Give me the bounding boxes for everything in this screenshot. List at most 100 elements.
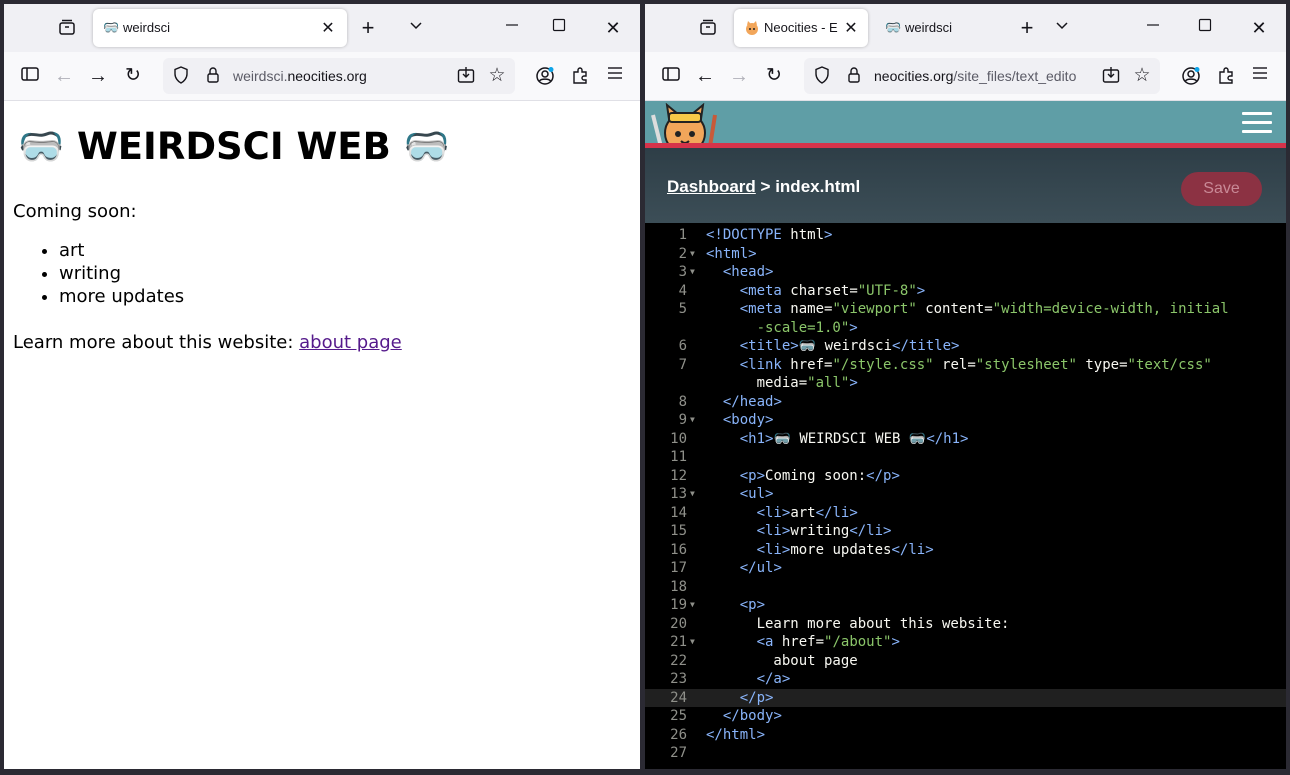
fold-arrow-icon[interactable]: ▼ (690, 485, 695, 504)
code-line[interactable]: <h1>🥽 WEIRDSCI WEB 🥽</h1> (706, 430, 969, 449)
code-line[interactable]: </ul> (706, 559, 782, 578)
tab-weirdsci[interactable]: 🥽 weirdsci (875, 9, 995, 47)
sidebar-icon[interactable] (659, 66, 683, 86)
account-icon[interactable] (1179, 66, 1203, 86)
line-number: 6 (678, 338, 687, 354)
extensions-icon[interactable] (1214, 66, 1238, 86)
minimize-icon[interactable] (1141, 18, 1165, 38)
code-line[interactable]: <ul> (706, 485, 774, 504)
bookmark-star-icon[interactable]: ☆ (1130, 66, 1154, 86)
line-number: 14 (670, 504, 687, 521)
list-item: writing (59, 262, 184, 285)
bookmark-star-icon[interactable]: ☆ (485, 66, 509, 86)
close-tab-icon[interactable]: ✕ (842, 18, 860, 38)
page-content: 🥽 WEIRDSCI WEB 🥽 Coming soon: art writin… (4, 101, 640, 769)
line-number: 13 (670, 486, 687, 502)
code-line[interactable]: <link href="/style.css" rel="stylesheet"… (706, 356, 1212, 375)
back-icon[interactable]: ← (693, 66, 717, 86)
code-line[interactable]: </p> (706, 689, 774, 708)
code-line[interactable]: <p> (706, 596, 765, 615)
dashboard-link[interactable]: Dashboard (667, 177, 756, 196)
line-number: 12 (670, 467, 687, 484)
code-line[interactable]: <meta name="viewport" content="width=dev… (706, 300, 1229, 319)
tab-groups-icon[interactable] (696, 18, 720, 38)
reload-icon[interactable]: ↻ (121, 66, 145, 86)
list-tabs-chevron-icon[interactable] (404, 18, 428, 38)
tab-title: weirdsci (905, 20, 952, 35)
code-line[interactable]: <a href="/about"> (706, 633, 900, 652)
forward-icon[interactable]: → (86, 66, 110, 86)
code-line[interactable]: <!DOCTYPE html> (706, 226, 832, 245)
list-tabs-chevron-icon[interactable] (1050, 18, 1074, 38)
sidebar-icon[interactable] (18, 66, 42, 86)
fold-arrow-icon[interactable]: ▼ (690, 263, 695, 282)
new-tab-icon[interactable]: + (1015, 17, 1039, 39)
shield-icon[interactable] (169, 66, 193, 86)
code-line[interactable]: <li>writing</li> (706, 522, 892, 541)
reload-icon[interactable]: ↻ (762, 66, 786, 86)
code-line[interactable]: <html> (706, 245, 757, 264)
list-item: more updates (59, 285, 184, 308)
maximize-icon[interactable] (1193, 18, 1217, 38)
url-text[interactable]: neocities.org/site_files/text_edito (874, 68, 1099, 84)
code-line[interactable]: <p>Coming soon:</p> (706, 467, 900, 486)
line-number: 5 (678, 301, 687, 317)
code-line[interactable]: -scale=1.0"> (706, 319, 858, 338)
code-line[interactable]: <body> (706, 411, 774, 430)
fold-arrow-icon[interactable]: ▼ (690, 596, 695, 615)
list-item: art (59, 239, 184, 262)
new-tab-icon[interactable]: + (356, 17, 380, 39)
code-line[interactable]: </body> (706, 707, 782, 726)
line-number: 18 (670, 578, 687, 595)
close-tab-icon[interactable]: ✕ (319, 18, 337, 38)
code-line[interactable]: </head> (706, 393, 782, 412)
line-number: 26 (670, 726, 687, 743)
url-bar[interactable]: neocities.org/site_files/text_edito ☆ (804, 58, 1160, 94)
shield-icon[interactable] (810, 66, 834, 86)
breadcrumb: Dashboard > index.html (667, 177, 860, 197)
menu-icon[interactable] (1248, 66, 1272, 86)
code-line[interactable]: <head> (706, 263, 774, 282)
tab-weirdsci[interactable]: 🥽 weirdsci ✕ (93, 9, 347, 47)
url-bar[interactable]: weirdsci.neocities.org ☆ (163, 58, 515, 94)
lock-icon[interactable] (842, 66, 866, 86)
save-button[interactable]: Save (1181, 172, 1262, 206)
code-line[interactable]: <li>art</li> (706, 504, 858, 523)
code-line[interactable]: <title>🥽 weirdsci</title> (706, 337, 960, 356)
browser-window-right: Neocities - E ✕ 🥽 weirdsci + ✕ ← → ↻ neo… (645, 4, 1286, 769)
intro-text: Coming soon: (13, 201, 137, 222)
close-window-icon[interactable]: ✕ (601, 18, 625, 38)
minimize-icon[interactable] (500, 18, 524, 38)
code-line[interactable]: <meta charset="UTF-8"> (706, 282, 925, 301)
extensions-icon[interactable] (568, 66, 592, 86)
code-line[interactable]: Learn more about this website: (706, 615, 1010, 634)
line-number: 16 (670, 541, 687, 558)
code-editor[interactable]: 1 <!DOCTYPE html> 2 ▼ <html> 3 ▼ <head> 4 <meta… (645, 223, 1286, 769)
forward-icon[interactable]: → (727, 66, 751, 86)
url-text[interactable]: weirdsci.neocities.org (233, 68, 367, 84)
about-page-link[interactable]: about page (299, 332, 402, 353)
maximize-icon[interactable] (547, 18, 571, 38)
code-line[interactable]: about page (706, 652, 857, 671)
back-icon[interactable]: ← (52, 66, 76, 86)
line-number: 23 (670, 671, 687, 687)
line-number: 27 (670, 745, 687, 761)
tab-neocities-editor[interactable]: Neocities - E ✕ (734, 9, 868, 47)
code-line[interactable]: </a> (706, 670, 791, 689)
account-icon[interactable] (533, 66, 557, 86)
fold-arrow-icon[interactable]: ▼ (690, 411, 695, 430)
line-number: 2 (678, 245, 687, 262)
tab-groups-icon[interactable] (55, 18, 79, 38)
lock-icon[interactable] (201, 66, 225, 86)
close-window-icon[interactable]: ✕ (1247, 18, 1271, 38)
menu-icon[interactable] (603, 66, 627, 86)
code-line[interactable]: <li>more updates</li> (706, 541, 934, 560)
install-app-icon[interactable] (1099, 66, 1123, 86)
fold-arrow-icon[interactable]: ▼ (690, 245, 695, 264)
line-number: 7 (678, 356, 687, 373)
code-line[interactable]: media="all"> (706, 374, 858, 393)
fold-arrow-icon[interactable]: ▼ (690, 633, 695, 652)
code-line[interactable]: </html> (706, 726, 765, 745)
install-app-icon[interactable] (454, 66, 478, 86)
hamburger-menu-icon[interactable] (1242, 112, 1272, 139)
